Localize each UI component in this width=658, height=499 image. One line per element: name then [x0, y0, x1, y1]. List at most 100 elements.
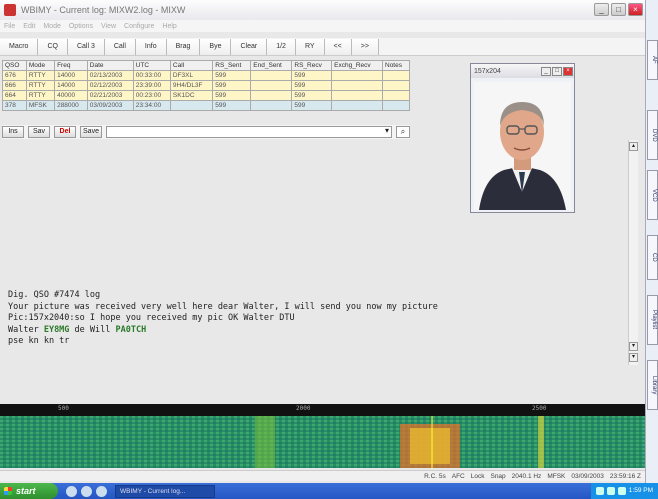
- save-log-button[interactable]: Save: [80, 126, 102, 138]
- taskbar-item-mixw[interactable]: WBIMY - Current log...: [115, 484, 215, 498]
- waterfall-display[interactable]: [0, 416, 645, 468]
- table-row[interactable]: 378 MFSK 288000 03/09/2003 23:34:00 599 599: [2, 100, 410, 111]
- tray-icon[interactable]: [617, 487, 626, 495]
- col-date[interactable]: Date: [86, 60, 134, 71]
- table-cell: [250, 90, 293, 101]
- table-cell: 23:39:00: [132, 80, 171, 91]
- col-end-sent[interactable]: End_Sent: [250, 60, 293, 71]
- table-row[interactable]: 666 RTTY 14000 02/12/2003 23:39:00 9H4/DL3F 59…: [2, 80, 410, 91]
- clock[interactable]: 1:59 PM: [629, 487, 653, 495]
- col-call[interactable]: Call: [169, 60, 214, 71]
- quick-launch-icon[interactable]: [66, 485, 77, 497]
- quick-launch-icon[interactable]: [96, 485, 107, 497]
- col-notes[interactable]: Notes: [382, 60, 410, 71]
- close-button[interactable]: ×: [628, 3, 643, 16]
- call3-button[interactable]: Call 3: [67, 38, 105, 55]
- title-bar: WBIMY - Current log: MIXW2.log - MIXW _ …: [0, 0, 645, 20]
- table-cell: 288000: [54, 100, 88, 111]
- col-utc[interactable]: UTC: [132, 60, 171, 71]
- text-scrollbar[interactable]: ▴ ▾ ▾: [628, 140, 638, 365]
- table-cell: 664: [2, 90, 27, 101]
- menu-configure[interactable]: Configure: [124, 23, 154, 30]
- tray-icon[interactable]: [595, 487, 604, 495]
- tray-icon[interactable]: [606, 487, 615, 495]
- rx-signoff-prefix: Walter: [8, 324, 44, 335]
- table-cell: 14000: [54, 80, 88, 91]
- table-cell: 9H4/DL3F: [169, 80, 214, 91]
- col-rs-recv[interactable]: RS_Recv: [291, 60, 333, 71]
- table-cell: [169, 100, 214, 111]
- table-row[interactable]: 676 RTTY 14000 02/13/2003 00:33:00 DF3XL 599 59…: [2, 70, 410, 81]
- col-mode[interactable]: Mode: [25, 60, 56, 71]
- status-lock[interactable]: Lock: [471, 473, 485, 480]
- col-rs-sent[interactable]: RS_Sent: [212, 60, 252, 71]
- minimize-button[interactable]: _: [594, 3, 609, 16]
- delete-button[interactable]: Del: [54, 126, 76, 138]
- menu-options[interactable]: Options: [69, 23, 93, 30]
- scroll-up-icon[interactable]: ▴: [629, 142, 638, 151]
- clear-button[interactable]: Clear: [231, 38, 268, 55]
- sidebar-tab-dvd[interactable]: DVD: [647, 110, 658, 160]
- table-cell: [382, 90, 410, 101]
- macro-toolbar: Macro CQ Call 3 Call Info Brag Bye Clear…: [0, 38, 645, 56]
- brag-button[interactable]: Brag: [166, 38, 201, 55]
- start-button[interactable]: start: [0, 483, 58, 499]
- menu-edit[interactable]: Edit: [23, 23, 35, 30]
- ry-button[interactable]: RY: [295, 38, 325, 55]
- window-title: WBIMY - Current log: MIXW2.log - MIXW: [21, 5, 186, 15]
- table-cell: 02/21/2003: [86, 90, 134, 101]
- picture-maximize-button[interactable]: □: [552, 66, 562, 76]
- col-qso[interactable]: QSO: [2, 60, 27, 71]
- col-freq[interactable]: Freq: [54, 60, 88, 71]
- menu-file[interactable]: File: [4, 23, 15, 30]
- rx-callsign: PA0TCH: [115, 324, 147, 335]
- col-exchg-recv[interactable]: Exchg_Recv: [331, 60, 383, 71]
- menu-help[interactable]: Help: [162, 23, 176, 30]
- receive-text-area[interactable]: Dig. QSO #7474 log Your picture was rece…: [8, 290, 628, 348]
- table-cell: 599: [212, 70, 252, 81]
- log-search-combo[interactable]: [106, 126, 392, 138]
- search-icon[interactable]: ⌕: [396, 126, 410, 138]
- call-button[interactable]: Call: [104, 38, 136, 55]
- picture-close-button[interactable]: ×: [563, 66, 573, 76]
- table-cell: [382, 100, 410, 111]
- table-cell: 14000: [54, 70, 88, 81]
- picture-window[interactable]: 157x204 _ □ ×: [470, 63, 575, 213]
- rx-signoff-mid: de Will: [69, 324, 116, 335]
- quick-launch: [66, 485, 107, 497]
- status-afc[interactable]: AFC: [452, 473, 465, 480]
- status-time: 23:59:16 Z: [609, 472, 641, 480]
- sidebar-tab-vcd[interactable]: VCD: [647, 170, 658, 220]
- macro-button[interactable]: Macro: [0, 38, 39, 55]
- menu-bar: File Edit Mode Options View Configure He…: [0, 20, 645, 32]
- status-frequency: 2040.1 Hz: [511, 472, 542, 480]
- status-snap[interactable]: Snap: [490, 473, 505, 480]
- table-cell: MFSK: [25, 100, 56, 111]
- status-mode[interactable]: MFSK: [547, 473, 565, 480]
- menu-view[interactable]: View: [101, 23, 116, 30]
- sidebar-tab-af[interactable]: AF: [647, 40, 658, 80]
- sidebar-tab-library[interactable]: Library: [647, 360, 658, 410]
- app-icon: [4, 4, 16, 16]
- prev-button[interactable]: <<: [324, 38, 352, 55]
- menu-mode[interactable]: Mode: [43, 23, 61, 30]
- bye-button[interactable]: Bye: [200, 38, 232, 55]
- quick-launch-icon[interactable]: [81, 485, 92, 497]
- half-button[interactable]: 1/2: [267, 38, 296, 55]
- save-qso-button[interactable]: Sav: [28, 126, 50, 138]
- info-button[interactable]: Info: [135, 38, 167, 55]
- sidebar-tab-playlist[interactable]: Playlist: [647, 295, 658, 345]
- picture-window-title: 157x204 _ □ ×: [471, 64, 574, 78]
- picture-minimize-button[interactable]: _: [541, 66, 551, 76]
- sidebar-tab-cd[interactable]: CD: [647, 235, 658, 280]
- table-row[interactable]: 664 RTTY 40000 02/21/2003 00:23:00 SK1DC 599 59…: [2, 90, 410, 101]
- insert-button[interactable]: Ins: [2, 126, 24, 138]
- log-tools: Ins Sav Del Save ⌕: [2, 125, 410, 139]
- maximize-button[interactable]: □: [611, 3, 626, 16]
- freq-label: 2000: [296, 405, 311, 412]
- scroll-down-icon[interactable]: ▾: [629, 342, 638, 351]
- scroll-end-icon[interactable]: ▾: [629, 353, 638, 362]
- next-button[interactable]: >>: [351, 38, 379, 55]
- status-item: R.C. 5s: [424, 472, 446, 480]
- cq-button[interactable]: CQ: [38, 38, 68, 55]
